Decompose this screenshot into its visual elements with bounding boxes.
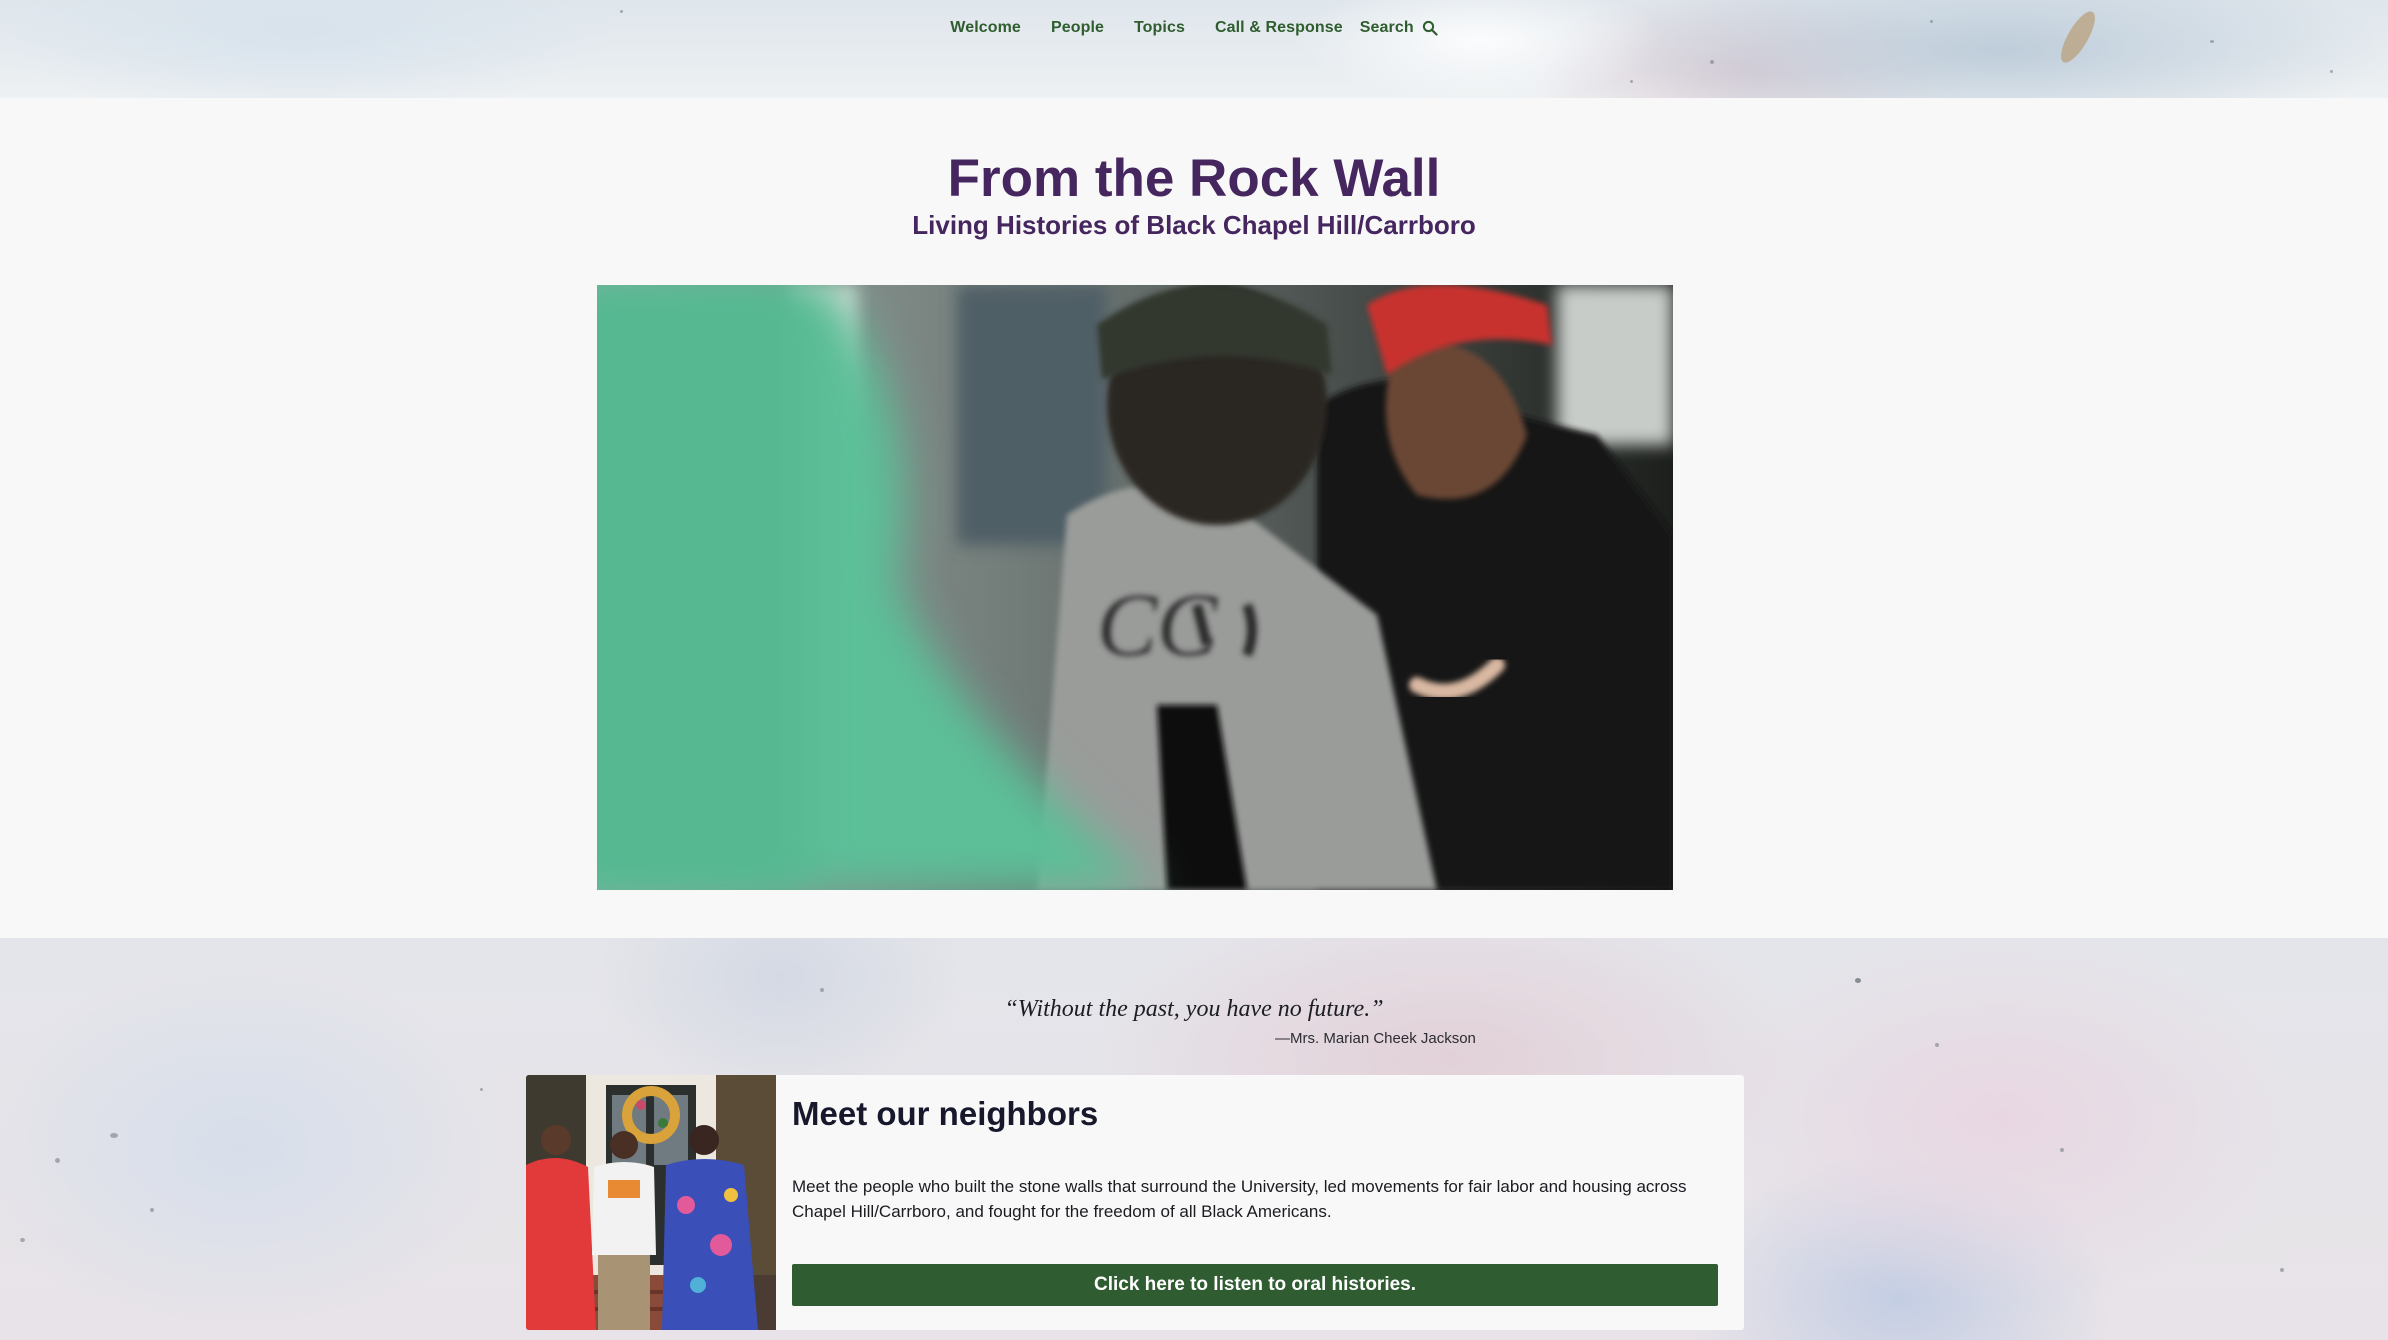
hero-video-frame: CC [597, 285, 1673, 890]
neighbors-photo [526, 1075, 776, 1330]
listen-oral-histories-button[interactable]: Click here to listen to oral histories. [792, 1264, 1718, 1306]
card-description: Meet the people who built the stone wall… [792, 1177, 1687, 1221]
texture-speck [620, 10, 623, 13]
texture-speck [1935, 1043, 1939, 1047]
texture-speck [2330, 70, 2333, 73]
card-title: Meet our neighbors [792, 1095, 1099, 1132]
texture-speck [20, 1238, 25, 1242]
texture-speck [110, 1133, 118, 1138]
nav-item-call-response[interactable]: Call & Response [1215, 19, 1343, 37]
nav-search-label: Search [1359, 19, 1414, 36]
neighbors-photo-image [526, 1075, 776, 1330]
texture-speck [1855, 978, 1861, 983]
texture-speck [150, 1208, 154, 1212]
nav-item-welcome[interactable]: Welcome [950, 19, 1021, 37]
texture-speck [2280, 1268, 2284, 1272]
main-nav: Welcome People Topics Call & Response Se… [0, 19, 2388, 37]
quote-attribution: —Mrs. Marian Cheek Jackson [1275, 1030, 1476, 1047]
page-subtitle: Living Histories of Black Chapel Hill/Ca… [912, 210, 1476, 240]
site-header: Welcome People Topics Call & Response Se… [0, 0, 2388, 98]
texture-speck [820, 988, 824, 992]
texture-speck [2060, 1148, 2064, 1152]
texture-leaf [2054, 6, 2102, 68]
page-title: From the Rock Wall [947, 149, 1441, 208]
neighbors-card: Meet our neighbors Meet the people who b… [526, 1075, 1744, 1330]
texture-speck [2210, 40, 2214, 43]
texture-speck [480, 1088, 483, 1091]
hero-video[interactable]: CC [597, 285, 1673, 890]
featured-quote: “Without the past, you have no future.” [1004, 996, 1384, 1022]
search-icon [1422, 20, 1438, 36]
shirt-logo-graphic: CC [1097, 576, 1218, 675]
texture-speck [55, 1158, 60, 1163]
nav-item-search[interactable]: Search [1360, 19, 1438, 37]
texture-speck [1710, 60, 1714, 64]
texture-speck [1630, 80, 1633, 83]
nav-item-people[interactable]: People [1051, 19, 1104, 37]
nav-item-topics[interactable]: Topics [1134, 19, 1185, 37]
